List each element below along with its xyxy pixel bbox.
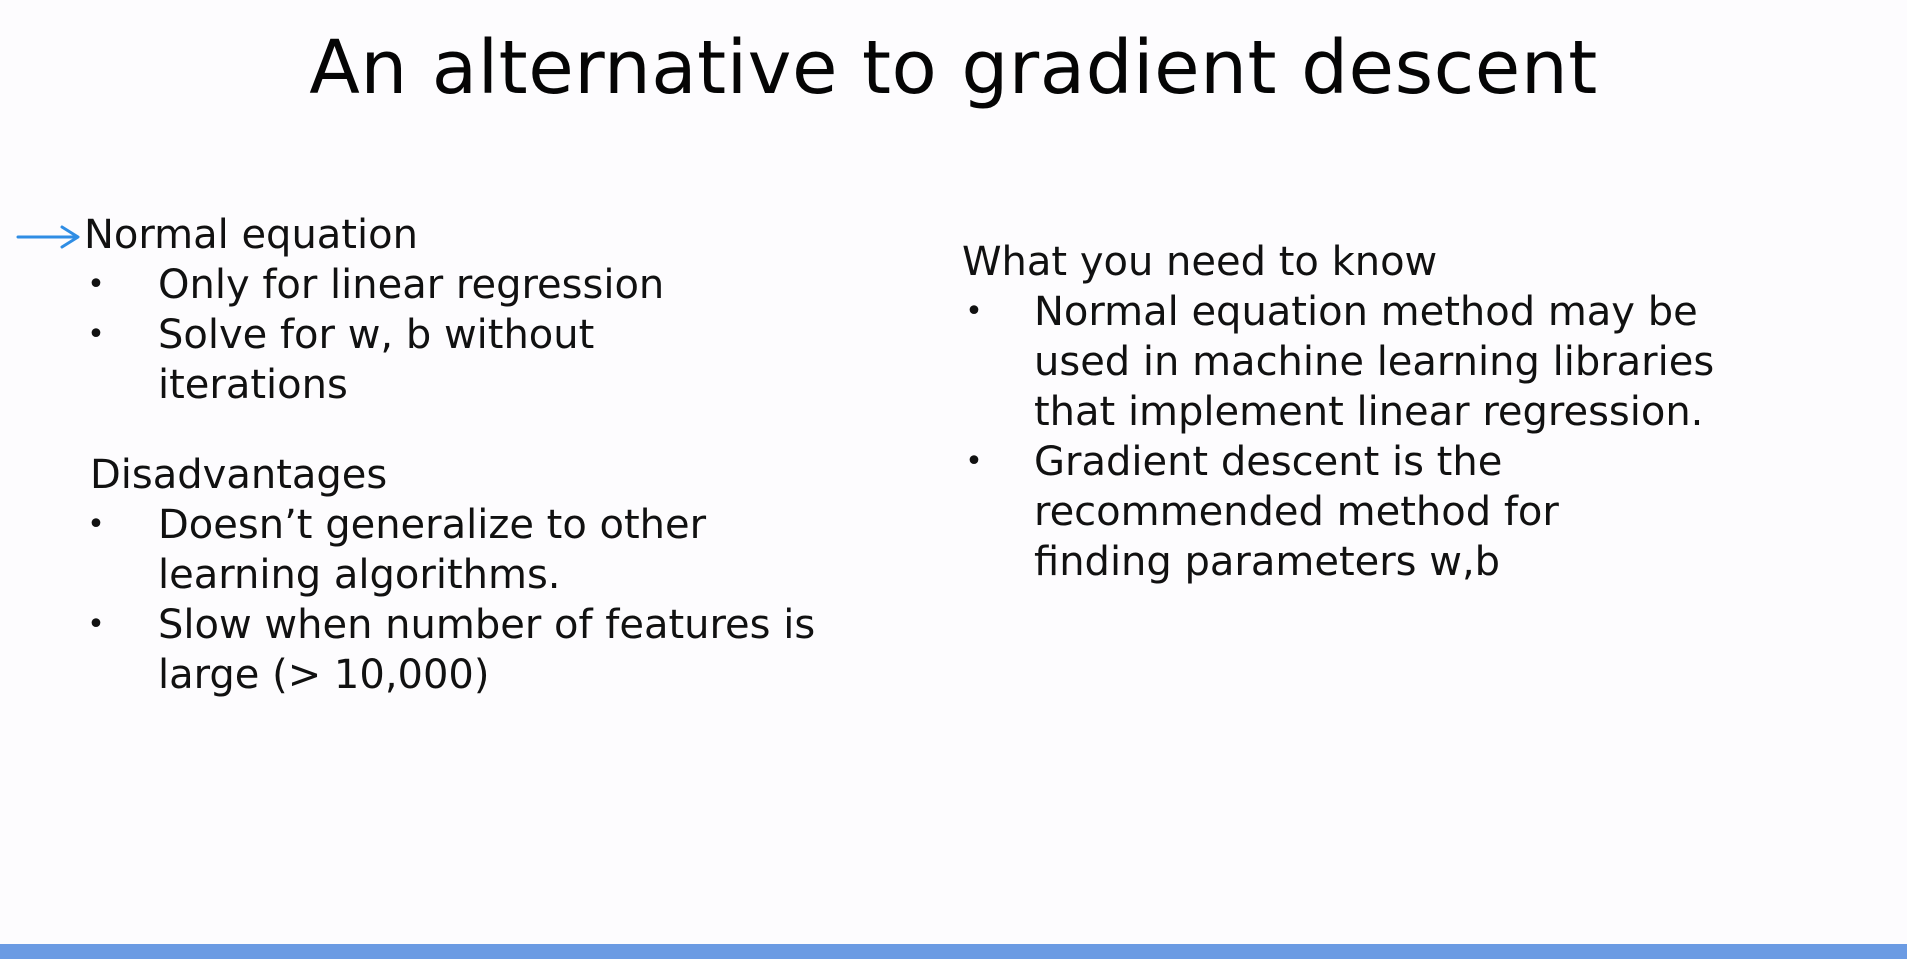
arrow-right-icon [16, 225, 80, 249]
list-item: • Doesn’t generalize to other learning a… [84, 500, 778, 600]
right-column: What you need to know • Normal equation … [962, 237, 1762, 587]
bullet-icon: • [87, 317, 105, 352]
list-item: • Gradient descent is the recommended me… [962, 437, 1654, 587]
list-item-text: Only for linear regression [158, 262, 665, 308]
disadvantages-heading: Disadvantages [90, 452, 388, 498]
list-item-text: Gradient descent is the recommended meth… [1034, 439, 1559, 585]
list-item-text: Solve for w, b without iterations [158, 312, 595, 408]
bullet-icon: • [87, 267, 105, 302]
left-column: Normal equation • Only for linear regres… [84, 210, 884, 700]
bullet-icon: • [87, 507, 105, 542]
list-item-text: Slow when number of features is large (>… [158, 602, 816, 698]
normal-equation-heading: Normal equation [84, 212, 418, 258]
list-item-text: Normal equation method may be used in ma… [1034, 289, 1715, 435]
disadvantages-list: • Doesn’t generalize to other learning a… [84, 500, 884, 700]
what-you-need-to-know-list: • Normal equation method may be used in … [962, 287, 1762, 587]
list-item: • Solve for w, b without iterations [84, 310, 718, 410]
bullet-icon: • [965, 444, 983, 479]
list-item-text: Doesn’t generalize to other learning alg… [158, 502, 707, 598]
slide-title: An alternative to gradient descent [309, 25, 1598, 111]
list-item: • Slow when number of features is large … [84, 600, 878, 700]
list-item: • Only for linear regression [84, 260, 884, 310]
list-item: • Normal equation method may be used in … [962, 287, 1724, 437]
slide: An alternative to gradient descent Norma… [0, 0, 1907, 959]
what-you-need-to-know-heading: What you need to know [962, 239, 1438, 285]
bullet-icon: • [87, 607, 105, 642]
normal-equation-list: • Only for linear regression • Solve for… [84, 260, 884, 410]
bottom-accent-bar [0, 944, 1907, 959]
bullet-icon: • [965, 294, 983, 329]
